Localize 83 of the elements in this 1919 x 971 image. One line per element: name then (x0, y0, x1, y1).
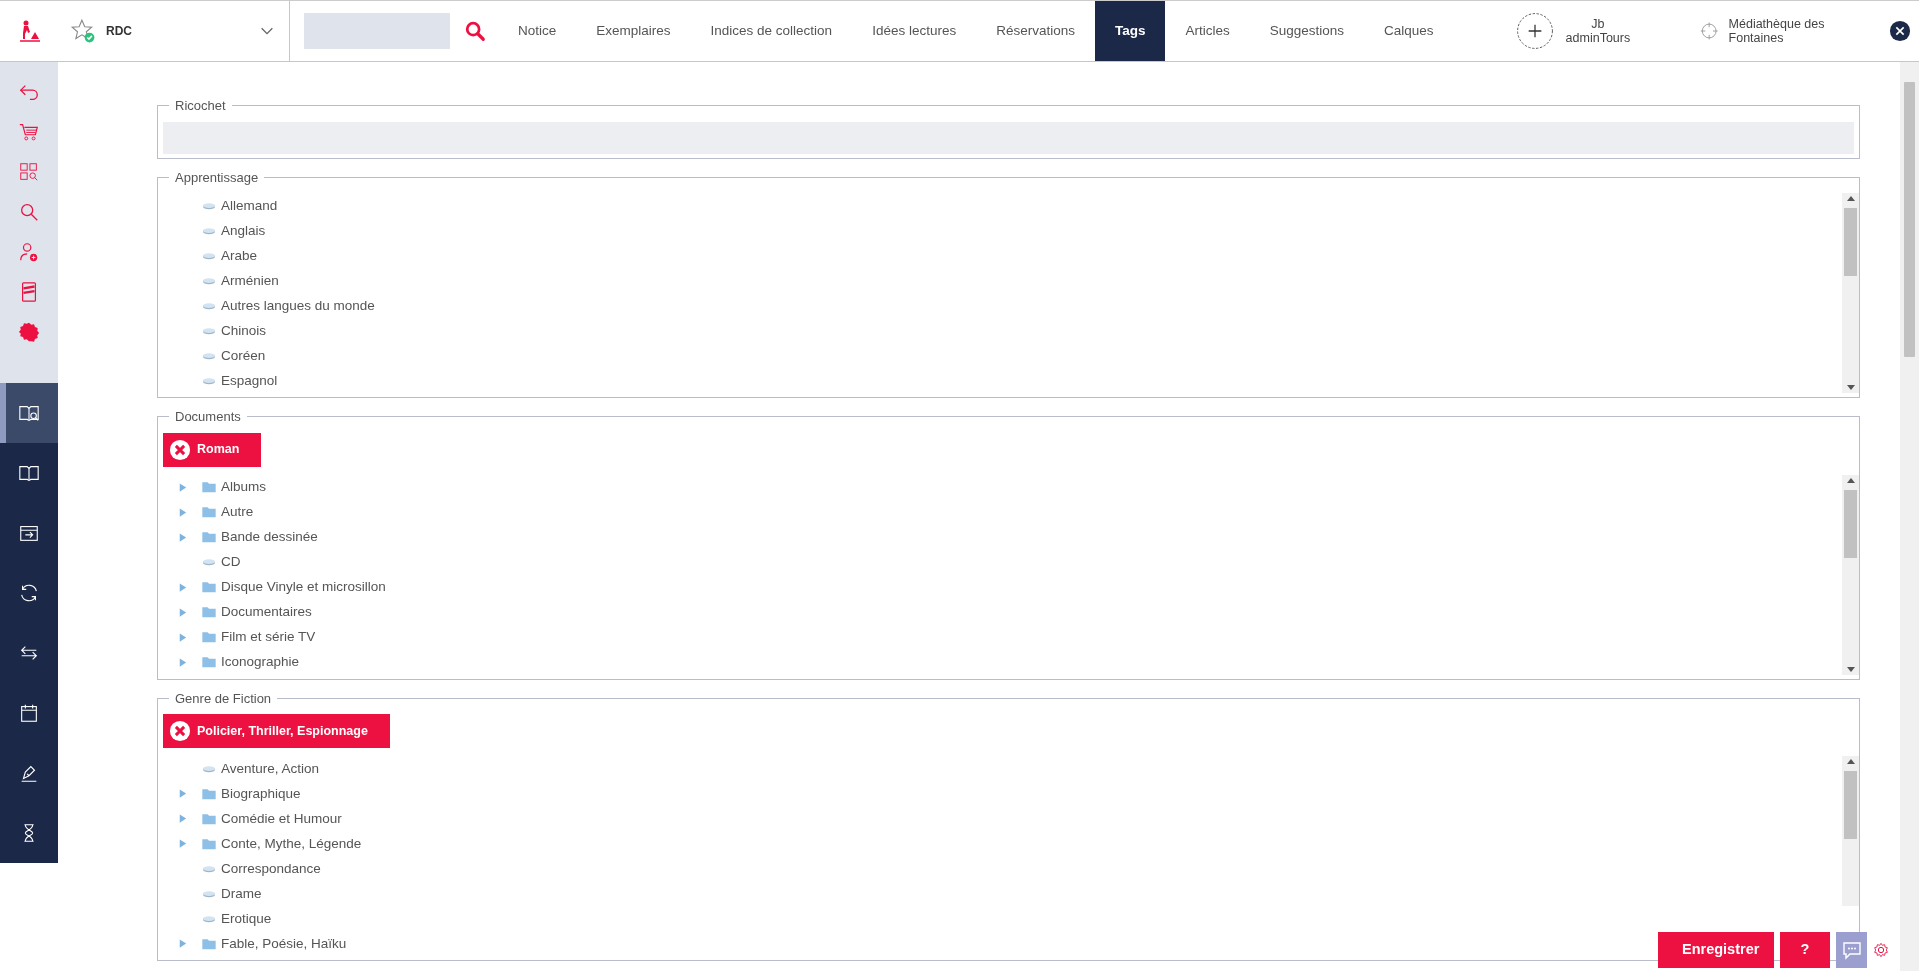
caret-right-icon[interactable] (177, 606, 188, 618)
search-field[interactable] (304, 13, 450, 49)
badge-icon[interactable] (18, 321, 40, 343)
tab[interactable]: Tags (1094, 1, 1166, 61)
scrollbar[interactable] (1900, 62, 1919, 971)
scroll-down-icon[interactable] (1846, 666, 1855, 672)
crosshair-icon[interactable] (1700, 21, 1719, 41)
tree-item[interactable]: Bande dessinée (221, 527, 318, 548)
caret-right-icon[interactable] (177, 656, 188, 668)
add-user-icon[interactable] (1515, 12, 1554, 50)
remove-icon[interactable] (169, 438, 191, 461)
caret-right-icon[interactable] (177, 481, 188, 493)
tree-item[interactable]: Disque Vinyle et microsillon (221, 577, 386, 598)
tab[interactable]: Indices de collection (690, 1, 853, 61)
tree-item[interactable]: Conte, Mythe, Légende (221, 833, 362, 854)
caret-right-icon[interactable] (177, 788, 188, 800)
worker-icon[interactable] (17, 19, 41, 43)
section-legend: Genre de Fiction (169, 690, 278, 707)
caret-right-icon[interactable] (177, 938, 188, 950)
scroll-up-icon[interactable] (1846, 196, 1855, 202)
tab[interactable]: Exemplaires (576, 1, 691, 61)
tree-item[interactable]: Documentaires (221, 602, 312, 623)
library-name[interactable]: Médiathèque des Fontaines (1728, 16, 1871, 46)
caret-right-icon[interactable] (177, 506, 188, 518)
save-button[interactable]: Enregistrer (1658, 932, 1774, 968)
tab[interactable]: Réservations (976, 1, 1095, 61)
grid-search-icon[interactable] (18, 161, 40, 183)
user-login: adminTours (1565, 31, 1631, 46)
calendar-icon (18, 702, 40, 724)
tab[interactable]: Calques (1364, 1, 1454, 61)
tree-item[interactable]: Arabe (221, 245, 258, 266)
section-legend: Ricochet (169, 98, 232, 114)
scrollbar[interactable] (1842, 474, 1859, 675)
scroll-down-icon[interactable] (1846, 385, 1855, 391)
tree-item[interactable]: Comédie et Humour (221, 808, 342, 829)
user-add-icon[interactable] (18, 241, 40, 263)
tree-item[interactable]: Coréen (221, 345, 266, 366)
filter-tag[interactable]: Roman (163, 432, 262, 467)
tree-item[interactable]: Chinois (221, 320, 267, 341)
tree-item[interactable]: Aventure, Action (221, 758, 320, 779)
tree-item[interactable]: Anglais (221, 220, 266, 241)
tree-item[interactable]: Iconographie (221, 652, 300, 673)
tree-item[interactable]: Autres langues du monde (221, 295, 375, 316)
scroll-up-icon[interactable] (1846, 759, 1855, 765)
close-icon[interactable] (1889, 20, 1911, 42)
tab[interactable]: Articles (1165, 1, 1250, 61)
tree-item[interactable]: Albums (221, 477, 266, 498)
tab[interactable]: Idées lectures (852, 1, 977, 61)
star-icon[interactable] (70, 18, 96, 44)
caret-right-icon[interactable] (177, 838, 188, 850)
section-legend: Documents (169, 409, 247, 425)
caret-right-icon[interactable] (177, 531, 188, 543)
scroll-up-icon[interactable] (1846, 477, 1855, 483)
search-icon[interactable] (18, 201, 40, 223)
tree-item[interactable]: Autre (221, 502, 254, 523)
caret-right-icon[interactable] (177, 581, 188, 593)
tree-item[interactable]: Arménien (221, 270, 279, 291)
tab[interactable]: Notice (498, 1, 577, 61)
refresh-icon (18, 582, 40, 604)
filter-tag[interactable]: Policier, Thriller, Espionnage (163, 714, 390, 749)
tree-item[interactable]: Allemand (221, 195, 278, 216)
caret-right-icon[interactable] (177, 813, 188, 825)
tree-item[interactable]: CD (221, 552, 241, 573)
help-button[interactable]: ? (1780, 932, 1830, 968)
user-name: Jb (1590, 16, 1606, 31)
nav-item[interactable] (0, 383, 58, 443)
scrollbar[interactable] (1842, 193, 1859, 394)
search-icon[interactable] (464, 20, 486, 42)
tree-item[interactable]: Film et série TV (221, 627, 316, 648)
tab[interactable]: Suggestions (1249, 1, 1365, 61)
tree-item[interactable]: Erotique (221, 908, 272, 929)
tree-item[interactable]: Correspondance (221, 858, 321, 879)
scrollbar[interactable] (1842, 756, 1859, 907)
tree-item[interactable]: Fable, Poésie, Haïku (221, 933, 347, 954)
remove-icon[interactable] (169, 720, 191, 743)
settings-icon[interactable] (1873, 942, 1889, 958)
cart-icon[interactable] (18, 121, 40, 143)
caret-right-icon[interactable] (177, 631, 188, 643)
section-legend: Apprentissage (169, 169, 265, 186)
floor-label[interactable]: RDC (106, 22, 259, 40)
tree-item[interactable]: Espagnol (221, 370, 278, 391)
tree-item[interactable]: Drame (221, 883, 262, 904)
tree-item[interactable]: Biographique (221, 783, 301, 804)
